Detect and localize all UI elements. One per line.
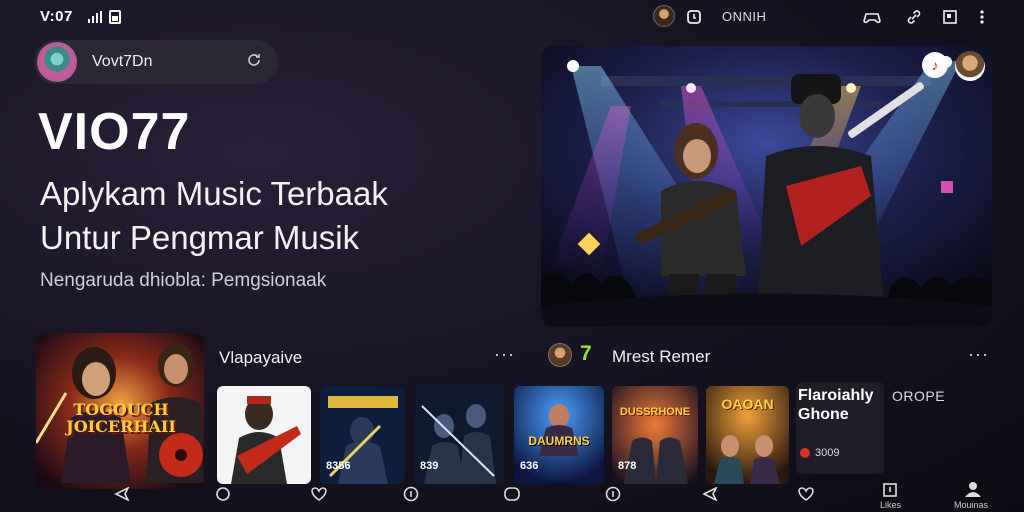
link-icon[interactable] <box>904 7 924 27</box>
gamepad-icon[interactable] <box>862 7 882 27</box>
app-title: VIO77 <box>38 103 191 161</box>
featured-album-title: TOGOUCH JOICERHAII <box>66 400 176 436</box>
info-card-title-line-1: Flaroiahly <box>798 387 874 404</box>
thumb-label-2: 8356 <box>326 460 351 472</box>
heart-icon[interactable] <box>309 484 329 504</box>
more-vertical-icon[interactable] <box>972 7 992 27</box>
thumb-label-5: 878 <box>618 460 637 472</box>
profile-search-pill[interactable]: Vovt7Dn <box>34 40 278 84</box>
album-thumb-2[interactable]: 8356 <box>320 386 405 484</box>
concert-illustration <box>541 46 992 326</box>
circle-icon[interactable] <box>213 484 233 504</box>
account-avatar[interactable] <box>653 5 675 27</box>
album-thumb-4[interactable]: DAUMRNS 636 <box>514 386 604 484</box>
section-title-playlist: Vlapayaive <box>219 348 303 367</box>
more-button-right[interactable]: ··· <box>968 344 989 365</box>
album-thumb-5[interactable]: DUSSRHONE 878 <box>612 386 698 484</box>
info-card[interactable]: Flaroiahly Ghone 3009 <box>796 382 884 474</box>
profile-avatar[interactable] <box>955 51 985 81</box>
tagline-line-1: Aplykam Music Terbaak <box>40 175 388 212</box>
music-note-icon[interactable]: ♪ <box>922 52 948 78</box>
thumb-label-3: 839 <box>420 460 439 472</box>
square-icon[interactable] <box>940 7 960 27</box>
refresh-icon[interactable] <box>246 52 262 73</box>
username-label: Vovt7Dn <box>92 53 153 70</box>
info-icon-2[interactable] <box>603 484 623 504</box>
chat-icon[interactable] <box>502 484 522 504</box>
info-card-count: 3009 <box>815 447 840 459</box>
top-center-label: ONNIH <box>722 9 767 24</box>
back-icon-2[interactable] <box>700 484 720 504</box>
subtitle: Nengaruda dhiobla: Pemgsionaak <box>40 270 327 291</box>
signal-icon <box>88 11 102 23</box>
tagline: Aplykam Music Terbaak Untur Pengmar Musi… <box>40 172 388 260</box>
nav-label-likes[interactable]: Likes <box>880 500 901 510</box>
section-title-recent: Mrest Remer <box>612 347 711 366</box>
profile-icon[interactable] <box>963 479 983 499</box>
recent-badge: 7 <box>580 342 592 365</box>
thumb-art-1 <box>231 396 301 484</box>
thumb-title-4: DAUMRNS <box>528 434 590 448</box>
info-card-title-line-2: Ghone <box>798 406 849 423</box>
more-button-left[interactable]: ··· <box>494 344 515 365</box>
album-thumb-6[interactable]: OAOAN <box>706 386 789 484</box>
tagline-line-2: Untur Pengmar Musik <box>40 219 360 256</box>
info-icon[interactable] <box>401 484 421 504</box>
thumb-title-6: OAOAN <box>721 396 774 412</box>
user-avatar[interactable] <box>37 42 77 82</box>
status-time: V:07 <box>40 8 73 25</box>
album-thumb-1[interactable] <box>217 386 311 484</box>
recent-avatar <box>548 343 572 367</box>
record-dot-icon <box>800 448 810 458</box>
hero-concert-image[interactable]: ♪ <box>541 46 992 326</box>
battery-icon <box>109 10 121 24</box>
status-bar: V:07 ONNIH <box>0 0 1024 34</box>
featured-album-card[interactable]: TOGOUCH JOICERHAII <box>36 333 204 489</box>
side-label: OROPE <box>892 388 946 404</box>
thumb-title-5: DUSSRHONE <box>619 406 691 418</box>
back-icon[interactable] <box>112 484 132 504</box>
library-icon[interactable] <box>880 480 900 500</box>
info-card-meta: 3009 <box>800 447 839 459</box>
album-thumb-3[interactable]: 839 <box>414 386 504 484</box>
alarm-icon[interactable] <box>684 7 704 27</box>
info-card-title: Flaroiahly Ghone <box>798 386 884 424</box>
nav-label-profile[interactable]: Mouinas <box>954 500 988 510</box>
heart-icon-2[interactable] <box>796 484 816 504</box>
thumb-label-4: 636 <box>520 460 539 472</box>
